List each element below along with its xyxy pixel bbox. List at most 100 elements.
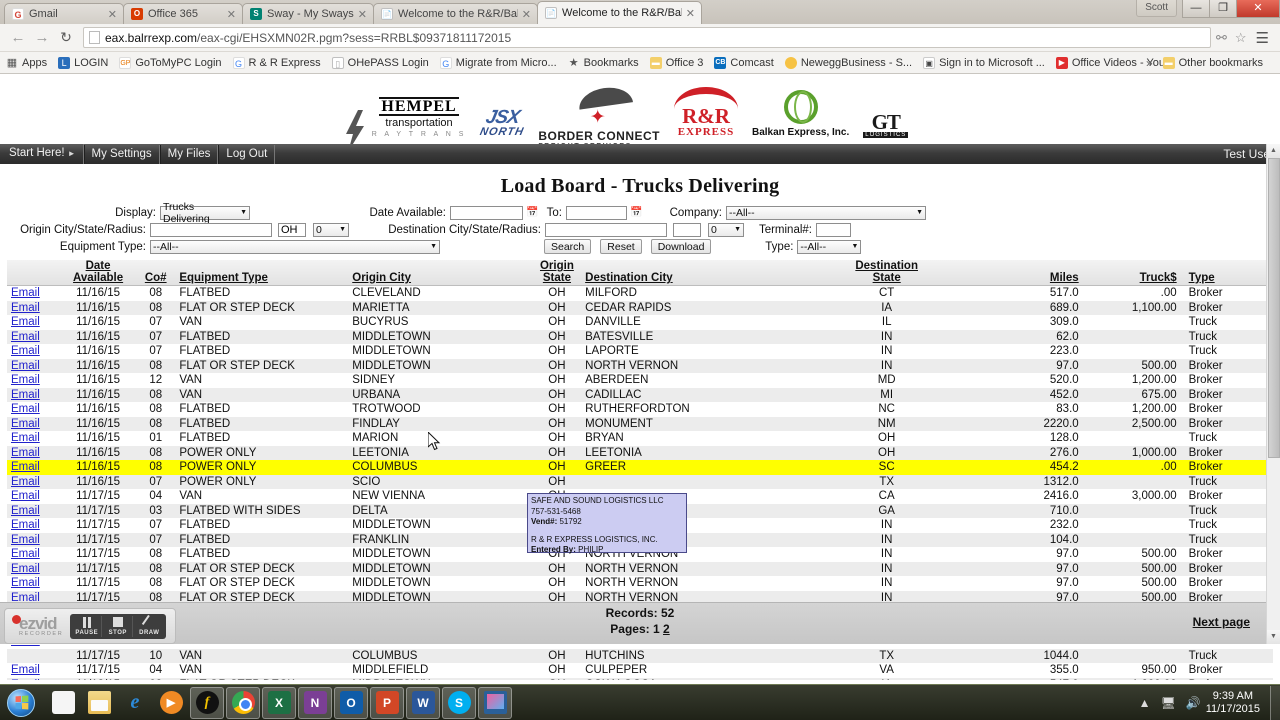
equipment-select[interactable]: --All-- ▼: [150, 239, 440, 254]
table-row[interactable]: Email 11/16/15 08 FLAT OR STEP DECK MARIETTA…: [7, 300, 1273, 315]
page-scrollbar[interactable]: ▲ ▼: [1266, 144, 1280, 644]
volume-icon[interactable]: 🔊: [1186, 696, 1201, 710]
taskbar-powerpoint-button[interactable]: P: [370, 686, 404, 719]
table-row[interactable]: 11/17/15 10 VAN COLUMBUS OH HUTCHINS TX 1044.0 T…: [7, 648, 1273, 663]
table-row[interactable]: Email 11/16/15 07 POWER ONLY SCIO OH TX 1312.0 T…: [7, 474, 1273, 489]
chevron-overflow-icon[interactable]: »: [1146, 56, 1153, 70]
close-icon[interactable]: ✕: [108, 8, 117, 21]
taskbar-apps-grid-button[interactable]: [46, 687, 80, 719]
bookmark-ohepass[interactable]: ▯ OHePASS Login: [331, 56, 429, 69]
taskbar-flash-button[interactable]: f: [190, 686, 224, 719]
table-row[interactable]: Email 11/16/15 07 FLATBED MIDDLETOWN OH LAPORT…: [7, 344, 1273, 359]
table-row[interactable]: Email 11/16/15 08 FLATBED TROTWOOD OH RUTHERFO…: [7, 402, 1273, 417]
origin-radius-select[interactable]: 0 ▼: [313, 222, 349, 237]
date-to-input[interactable]: [566, 205, 627, 220]
table-row[interactable]: Email 11/17/15 04 VAN MIDDLEFIELD OH CULPEPER V…: [7, 663, 1273, 678]
search-button[interactable]: Search: [544, 239, 592, 254]
col-type[interactable]: Type: [1180, 260, 1273, 286]
ezvid-stop-button[interactable]: STOP: [103, 615, 134, 637]
bookmark-gotomypc[interactable]: GP GoToMyPC Login: [119, 56, 222, 69]
col-truck[interactable]: Truck$: [1082, 260, 1181, 286]
reload-icon[interactable]: ↻: [54, 29, 78, 46]
ezvid-recorder-widget[interactable]: ezvid RECORDER PAUSE STOP DRAW: [4, 608, 176, 644]
email-link[interactable]: Email: [11, 302, 40, 314]
table-row[interactable]: Email 11/16/15 08 FLATBED FINDLAY OH MONUMENT N…: [7, 416, 1273, 432]
cell-email[interactable]: Email: [7, 373, 60, 388]
email-link[interactable]: Email: [11, 476, 40, 488]
start-button[interactable]: [0, 686, 42, 720]
taskbar-skype-button[interactable]: S: [442, 686, 476, 719]
email-link[interactable]: Email: [11, 519, 40, 531]
network-icon[interactable]: 🖥: [1161, 696, 1176, 710]
close-window-button[interactable]: ✕: [1236, 0, 1280, 18]
taskbar-outlook-button[interactable]: O: [334, 686, 368, 719]
page-info-icon[interactable]: [89, 31, 100, 44]
col-co[interactable]: Co#: [136, 260, 176, 286]
taskbar-file-explorer-button[interactable]: [82, 687, 116, 719]
taskbar-internet-explorer-button[interactable]: e: [118, 687, 152, 719]
email-link[interactable]: Email: [11, 548, 40, 560]
email-link[interactable]: Email: [11, 679, 40, 681]
nav-log-out[interactable]: Log Out: [218, 144, 276, 164]
cell-email[interactable]: Email: [7, 663, 60, 678]
page-2-link[interactable]: 2: [663, 622, 670, 636]
bookmark-newegg[interactable]: NeweggBusiness - S...: [784, 56, 912, 69]
table-row[interactable]: Email 11/16/15 08 FLATBED CLEVELAND OH MILFORD…: [7, 285, 1273, 301]
cell-email[interactable]: Email: [7, 359, 60, 374]
dest-city-input[interactable]: [545, 222, 667, 237]
taskbar-excel-button[interactable]: X: [262, 686, 296, 719]
close-icon[interactable]: ✕: [522, 8, 531, 21]
address-bar[interactable]: eax.balrrexp.com/eax-cgi/EHSXMN02R.pgm?s…: [83, 27, 1211, 48]
forward-icon[interactable]: →: [30, 29, 54, 46]
bookmark-rr-express[interactable]: GR & R Express: [232, 56, 321, 69]
bookmark-microsoft[interactable]: ▣ Sign in to Microsoft ...: [923, 56, 1045, 69]
next-page-link[interactable]: Next page: [1193, 615, 1250, 629]
email-link[interactable]: Email: [11, 664, 40, 676]
email-link[interactable]: Email: [11, 403, 40, 415]
cell-email[interactable]: Email: [7, 402, 60, 417]
taskbar-onenote-button[interactable]: N: [298, 686, 332, 719]
col-dest-city[interactable]: Destination City: [581, 260, 801, 286]
close-icon[interactable]: ✕: [227, 8, 236, 21]
browser-tab-rr-1[interactable]: 📄 Welcome to the R&R/Bal ✕: [373, 3, 539, 24]
col-origin-city[interactable]: Origin City: [348, 260, 533, 286]
cell-email[interactable]: Email: [7, 678, 60, 681]
cell-email[interactable]: Email: [7, 576, 60, 591]
calendar-icon[interactable]: 📅: [526, 207, 538, 218]
email-link[interactable]: Email: [11, 418, 40, 430]
dest-state-input[interactable]: [673, 222, 701, 237]
col-date[interactable]: Date Available: [60, 260, 137, 286]
email-link[interactable]: Email: [11, 447, 40, 459]
company-select[interactable]: --All-- ▼: [726, 205, 926, 220]
chrome-menu-icon[interactable]: ☰: [1251, 29, 1274, 47]
email-link[interactable]: Email: [11, 287, 40, 299]
scroll-down-icon[interactable]: ▼: [1267, 630, 1280, 644]
cell-email[interactable]: Email: [7, 344, 60, 359]
close-icon[interactable]: ✕: [358, 8, 367, 21]
show-desktop-button[interactable]: [1270, 685, 1280, 720]
email-link[interactable]: Email: [11, 389, 40, 401]
bookmark-star-icon[interactable]: ☆: [1235, 30, 1247, 46]
email-link[interactable]: Email: [11, 432, 40, 444]
cell-email[interactable]: Email: [7, 562, 60, 577]
email-link[interactable]: Email: [11, 345, 40, 357]
table-row[interactable]: Email 11/16/15 08 VAN URBANA OH CADILLAC MI 452.…: [7, 387, 1273, 402]
table-row[interactable]: Email 11/16/15 08 POWER ONLY LEETONIA OH LEETO…: [7, 445, 1273, 460]
taskbar-remote-desktop-button[interactable]: [478, 686, 512, 719]
minimize-button[interactable]: —: [1182, 0, 1210, 18]
email-link[interactable]: Email: [11, 331, 40, 343]
col-miles[interactable]: Miles: [973, 260, 1083, 286]
scrollbar-thumb[interactable]: [1268, 158, 1280, 458]
bookmark-comcast[interactable]: CB Comcast: [714, 56, 774, 69]
taskbar-word-button[interactable]: W: [406, 686, 440, 719]
cell-email[interactable]: Email: [7, 417, 60, 432]
display-select[interactable]: Trucks Delivering ▼: [160, 201, 250, 225]
dest-radius-select[interactable]: 0 ▼: [708, 222, 744, 237]
email-link[interactable]: Email: [11, 505, 40, 517]
browser-tab-sway[interactable]: S Sway - My Sways ✕: [242, 3, 375, 24]
cell-email[interactable]: Email: [7, 547, 60, 562]
tray-expand-icon[interactable]: ▲: [1139, 696, 1151, 710]
bookmark-bookmarks[interactable]: ★ Bookmarks: [568, 57, 639, 69]
taskbar-clock[interactable]: 9:39 AM 11/17/2015: [1206, 690, 1260, 716]
bookmark-apps[interactable]: ▦ Apps: [6, 57, 47, 69]
